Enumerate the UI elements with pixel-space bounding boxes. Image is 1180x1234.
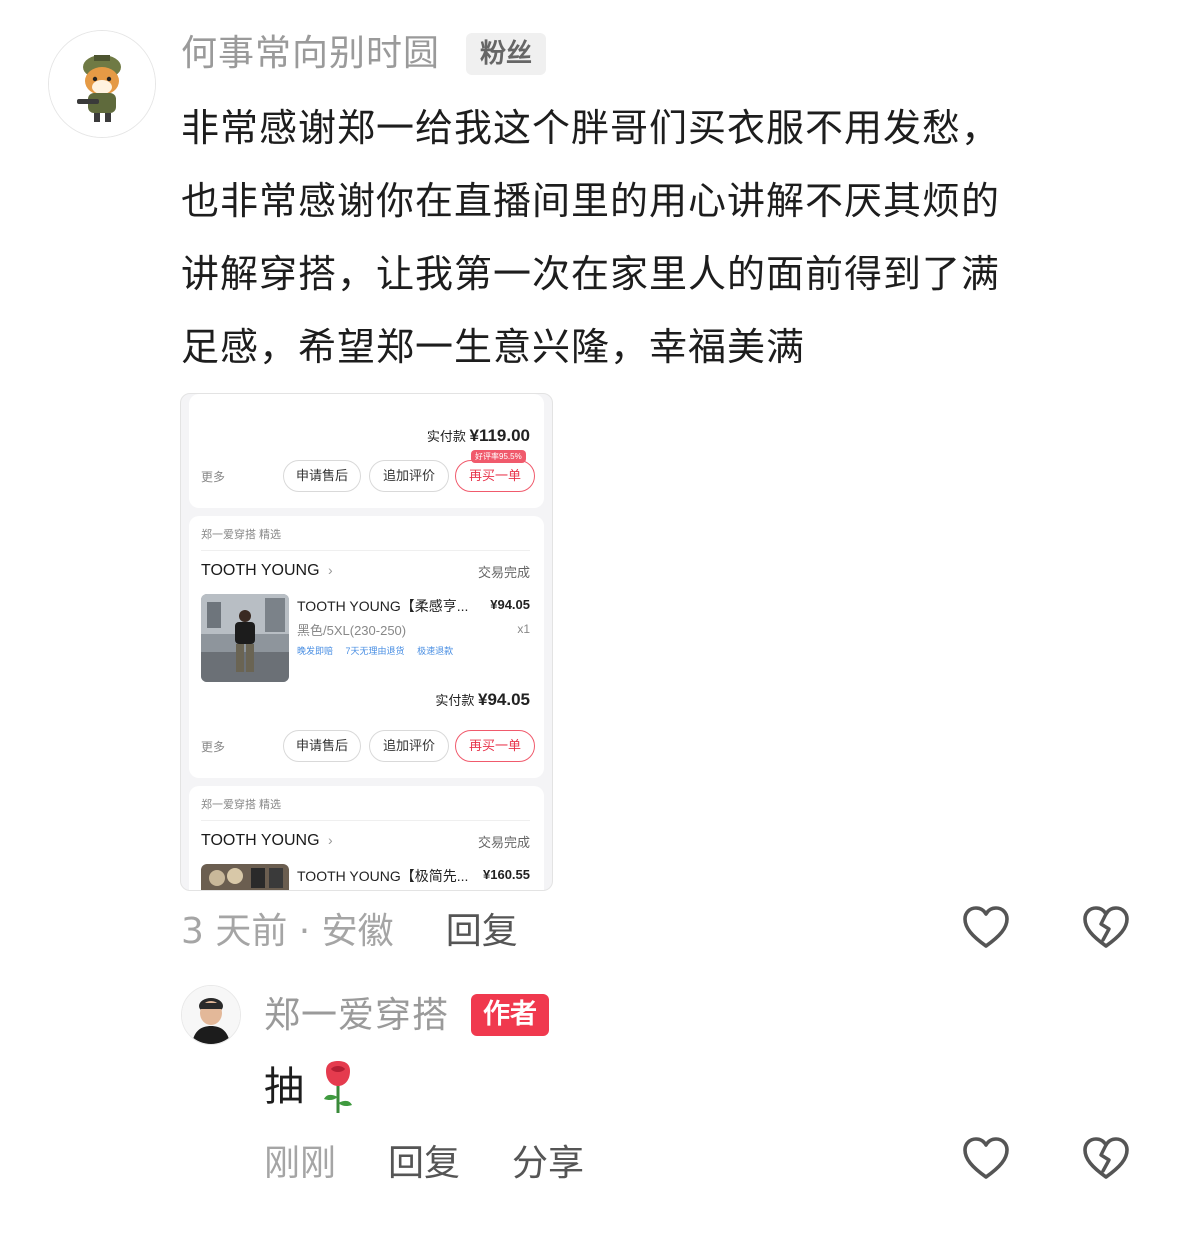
product-thumbnail[interactable]: [201, 864, 289, 890]
buy-again-button[interactable]: 再买一单: [455, 460, 535, 492]
comment-meta: 3 天前 · 安徽 回复: [181, 900, 518, 956]
heart-outline-icon[interactable]: [958, 899, 1014, 955]
divider: [201, 550, 530, 551]
product-thumbnail[interactable]: [201, 594, 289, 682]
shop-tag: 郑一爱穿搭 精选: [201, 799, 282, 811]
order-card-2: 郑一爱穿搭 精选 TOOTH YOUNG › 交易完成 TOOTH YOUNG【…: [189, 516, 544, 778]
order-1-amount: 实付款 ¥119.00: [426, 426, 530, 445]
author-badge: 作者: [471, 994, 549, 1036]
reply-time: 刚刚: [264, 1143, 337, 1184]
comment-line: 讲解穿搭，让我第一次在家里人的面前得到了满: [181, 252, 1001, 296]
order-status: 交易完成: [477, 835, 530, 850]
product-spec: 黑色/5XL(230-250): [297, 623, 407, 638]
heart-outline-icon[interactable]: [958, 1130, 1014, 1186]
chevron-right-icon: ›: [327, 832, 333, 848]
service-tag: 晚发即赔: [297, 646, 334, 656]
comment-body: 非常感谢郑一给我这个胖哥们买衣服不用发愁， 也非常感谢你在直播间里的用心讲解不厌…: [181, 92, 1121, 384]
add-review-button[interactable]: 追加评价: [369, 730, 449, 762]
author-username[interactable]: 郑一爱穿搭: [264, 992, 449, 1040]
author-avatar-image: [182, 986, 240, 1044]
product-qty: x1: [517, 622, 530, 636]
author-avatar[interactable]: [181, 985, 241, 1045]
service-tag: 7天无理由退货: [345, 646, 405, 656]
apply-aftersale-button[interactable]: 申请售后: [283, 730, 361, 762]
store-name[interactable]: TOOTH YOUNG ›: [201, 832, 333, 850]
reply-meta: 刚刚 回复 分享: [264, 1132, 584, 1188]
add-review-button[interactable]: 追加评价: [369, 460, 449, 492]
commenter-username[interactable]: 何事常向别时圆: [181, 30, 440, 78]
comment-line: 也非常感谢你在直播间里的用心讲解不厌其烦的: [181, 179, 1001, 223]
product-price: ¥160.55: [483, 867, 530, 882]
service-tag: 极速退款: [417, 646, 454, 656]
reply-button[interactable]: 回复: [446, 902, 518, 954]
reply-body: 抽: [264, 1058, 358, 1116]
comment-time-location: 3 天前 · 安徽: [181, 911, 394, 952]
rating-tag: 好评率95.5%: [471, 450, 526, 463]
reply-text: 抽: [264, 1064, 304, 1110]
rose-emoji-icon: [318, 1059, 358, 1115]
share-button[interactable]: 分享: [512, 1134, 584, 1186]
order-card-1: 实付款 ¥119.00 更多 申请售后 追加评价 再买一单 好评率95.5%: [189, 394, 544, 508]
order-2-amount: 实付款 ¥94.05: [435, 690, 530, 709]
comment-line: 足感，希望郑一生意兴隆，幸福美满: [181, 325, 806, 369]
store-name[interactable]: TOOTH YOUNG ›: [201, 562, 333, 580]
product-photo: [201, 594, 289, 682]
order-card-3: 郑一爱穿搭 精选 TOOTH YOUNG › 交易完成 TOOTH YOUNG【…: [189, 786, 544, 890]
divider: [201, 820, 530, 821]
reply-button[interactable]: 回复: [388, 1134, 460, 1186]
shop-tag: 郑一爱穿搭 精选: [201, 529, 282, 541]
buy-again-button[interactable]: 再买一单: [455, 730, 535, 762]
broken-heart-icon[interactable]: [1078, 899, 1134, 955]
product-title[interactable]: TOOTH YOUNG【极简先...: [297, 866, 468, 886]
attached-order-screenshot[interactable]: 实付款 ¥119.00 更多 申请售后 追加评价 再买一单 好评率95.5% 郑…: [180, 393, 553, 891]
chevron-right-icon: ›: [327, 562, 333, 578]
product-price: ¥94.05: [490, 597, 530, 612]
product-photo: [201, 864, 289, 890]
fan-badge: 粉丝: [466, 33, 547, 75]
broken-heart-icon[interactable]: [1078, 1130, 1134, 1186]
commenter-avatar[interactable]: [48, 30, 156, 138]
apply-aftersale-button[interactable]: 申请售后: [283, 460, 361, 492]
comment-line: 非常感谢郑一给我这个胖哥们买衣服不用发愁，: [181, 106, 1001, 150]
service-tags: 晚发即赔 7天无理由退货 极速退款: [297, 644, 463, 657]
commenter-avatar-image: [49, 31, 155, 137]
order-status: 交易完成: [477, 565, 530, 580]
product-title[interactable]: TOOTH YOUNG【柔感亨...: [297, 596, 468, 616]
